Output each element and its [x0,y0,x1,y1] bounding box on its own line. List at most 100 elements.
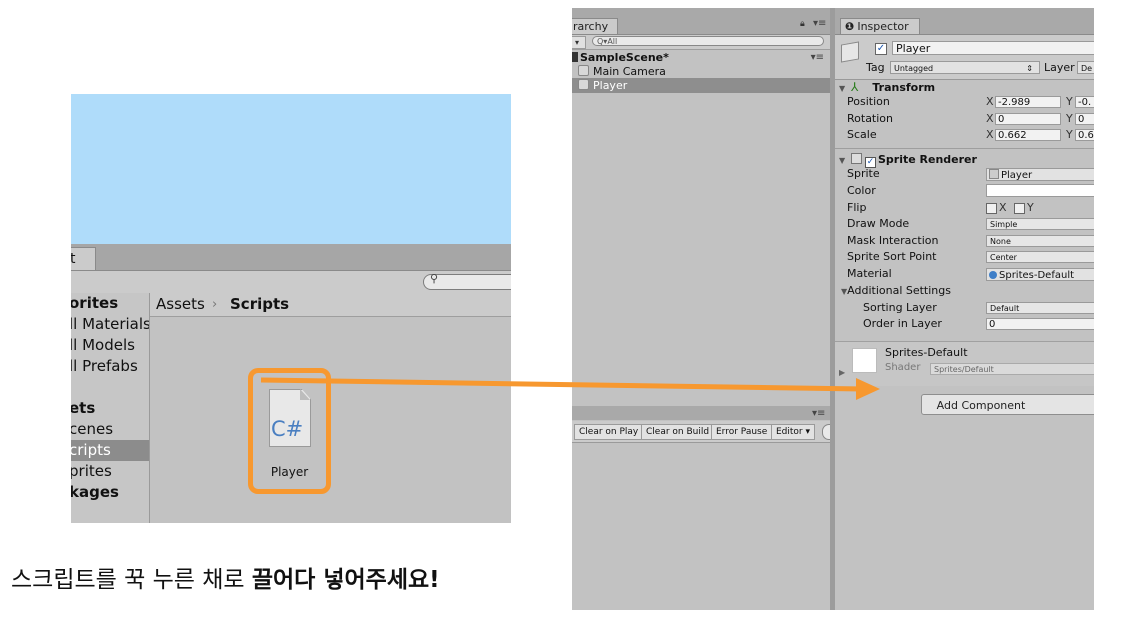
foldout-arrow-icon[interactable]: ▶ [839,368,845,377]
search-icon: ⚲ [430,272,439,285]
inspector-tab-bar: ❶ Inspector [835,18,1094,35]
foldout-arrow-icon: ▼ [839,156,846,165]
clear-on-play-button[interactable]: Clear on Play [574,424,644,440]
y-axis-label: Y [1066,128,1073,141]
component-title: Sprite Renderer [878,153,977,166]
asset-name: Player [270,465,309,479]
sidebar-item-scenes[interactable]: cenes [71,419,149,440]
caption-bold-text: 끌어다 넣어주세요! [251,567,440,593]
sprite-sort-point-dropdown[interactable]: Center [986,251,1094,263]
sorting-layer-dropdown[interactable]: Default [986,302,1094,314]
panel-menu-icon[interactable]: ▾≡ [812,408,825,419]
scene-menu-icon[interactable]: ▾≡ [811,50,824,65]
draw-mode-dropdown[interactable]: Simple [986,218,1094,230]
sprite-label: Sprite [847,167,880,180]
hierarchy-item-label: Main Camera [593,65,666,78]
breadcrumb-separator-icon: › [212,297,218,312]
lock-icon[interactable]: 🔒︎ [800,19,805,29]
error-pause-button[interactable]: Error Pause [711,424,773,440]
project-asset-area: Assets › Scripts C# Player [150,293,511,523]
additional-settings-foldout[interactable]: ▼Additional Settings [841,284,951,299]
tag-value: Untagged [894,64,934,73]
sprite-asset-icon [989,169,999,179]
tab-hierarchy[interactable]: rarchy [572,18,618,34]
position-y-field[interactable]: -0. [1075,96,1094,108]
flip-x-checkbox[interactable] [986,203,997,214]
panel-menu-icon[interactable]: ▾≡ [813,18,826,29]
gameobject-icon [578,79,589,90]
rotation-label: Rotation [847,112,894,125]
component-title: Transform [872,81,936,94]
sidebar-item-sprites[interactable]: prites [71,461,149,482]
color-label: Color [847,184,876,197]
color-swatch-field[interactable] [986,184,1094,197]
breadcrumb-assets[interactable]: Assets [156,293,205,316]
clear-on-build-button[interactable]: Clear on Build [641,424,715,440]
hierarchy-item-player[interactable]: Player [572,78,836,93]
breadcrumb-scripts[interactable]: Scripts [230,293,289,316]
breadcrumb: Assets › Scripts [150,293,511,317]
info-icon: ❶ [845,20,855,33]
scale-label: Scale [847,128,877,141]
x-axis-label: X [986,112,994,125]
active-checkbox[interactable]: ✓ [875,43,887,55]
hierarchy-search-input[interactable]: Q▾All [592,36,824,46]
x-axis-label: X [986,128,994,141]
layer-dropdown[interactable]: De [1077,61,1094,74]
tab-inspector[interactable]: ❶ Inspector [840,18,920,34]
inspector-tab-label: Inspector [857,20,909,33]
scale-x-field[interactable]: 0.662 [995,129,1061,141]
hierarchy-toolbar: ▾ Q▾All [572,35,830,50]
hierarchy-item-main-camera[interactable]: Main Camera [572,64,836,79]
additional-settings-label: Additional Settings [847,284,951,297]
scene-name: SampleScene* [580,51,669,64]
tag-dropdown[interactable]: Untagged ⇕ [890,61,1040,74]
gameobject-header: ✓ Player Tag Untagged ⇕ Layer De [835,35,1094,80]
scale-y-field[interactable]: 0.6 [1075,129,1094,141]
mask-interaction-dropdown[interactable]: None [986,235,1094,247]
project-tab-bar: t [71,244,511,271]
rotation-x-field[interactable]: 0 [995,113,1061,125]
material-name: Sprites-Default [885,346,968,359]
sidebar-item-scripts[interactable]: cripts [71,440,149,461]
dropdown-arrows-icon: ⇕ [1026,64,1033,73]
sprite-renderer-icon [851,153,862,164]
sidebar-item-packages[interactable]: kages [71,482,149,503]
object-name-field[interactable]: Player [892,41,1094,55]
material-value: Sprites-Default [999,270,1075,281]
instruction-caption: 스크립트를 꾹 누른 채로 끌어다 넣어주세요! [11,560,440,594]
sidebar-item-all-materials[interactable]: ll Materials [71,314,149,335]
tab-project[interactable]: t [71,247,96,270]
sidebar-item-assets[interactable]: ets [71,398,149,419]
draw-mode-label: Draw Mode [847,217,910,230]
project-search-input[interactable]: ⚲ [423,272,511,290]
shader-dropdown[interactable]: Sprites/Default [930,363,1094,375]
sidebar-item-favorites[interactable]: orites [71,293,149,314]
flip-y-checkbox[interactable] [1014,203,1025,214]
flip-y-label: Y [1027,201,1034,214]
scene-view-preview [71,94,511,244]
rotation-y-field[interactable]: 0 [1075,113,1094,125]
sprite-object-field[interactable]: Player [986,168,1094,181]
sprite-sort-point-label: Sprite Sort Point [847,250,937,263]
create-dropdown-button[interactable]: ▾ [572,36,586,49]
tag-label: Tag [866,61,885,74]
scene-row[interactable]: SampleScene* ▾≡ [572,50,830,65]
y-axis-label: Y [1066,112,1073,125]
material-object-field[interactable]: Sprites-Default [986,268,1094,281]
inspector-top-strip [835,8,1094,18]
position-x-field[interactable]: -2.989 [995,96,1061,108]
position-label: Position [847,95,890,108]
sorting-layer-label: Sorting Layer [863,301,937,314]
hierarchy-top-strip [572,8,834,18]
sidebar-item-all-prefabs[interactable]: ll Prefabs [71,356,149,377]
sidebar-item-all-models[interactable]: ll Models [71,335,149,356]
player-script-asset[interactable]: C# Player [248,368,331,494]
order-in-layer-field[interactable]: 0 [986,318,1094,330]
editor-dropdown-button[interactable]: Editor ▾ [771,424,816,440]
flip-x-label: X [999,201,1007,214]
sprite-renderer-header[interactable]: ▼ ✓ Sprite Renderer [835,152,1094,168]
transform-header[interactable]: ▼ ⅄ Transform [835,80,1094,95]
add-component-button[interactable]: Add Component [921,394,1094,415]
gameobject-icon [578,65,589,76]
